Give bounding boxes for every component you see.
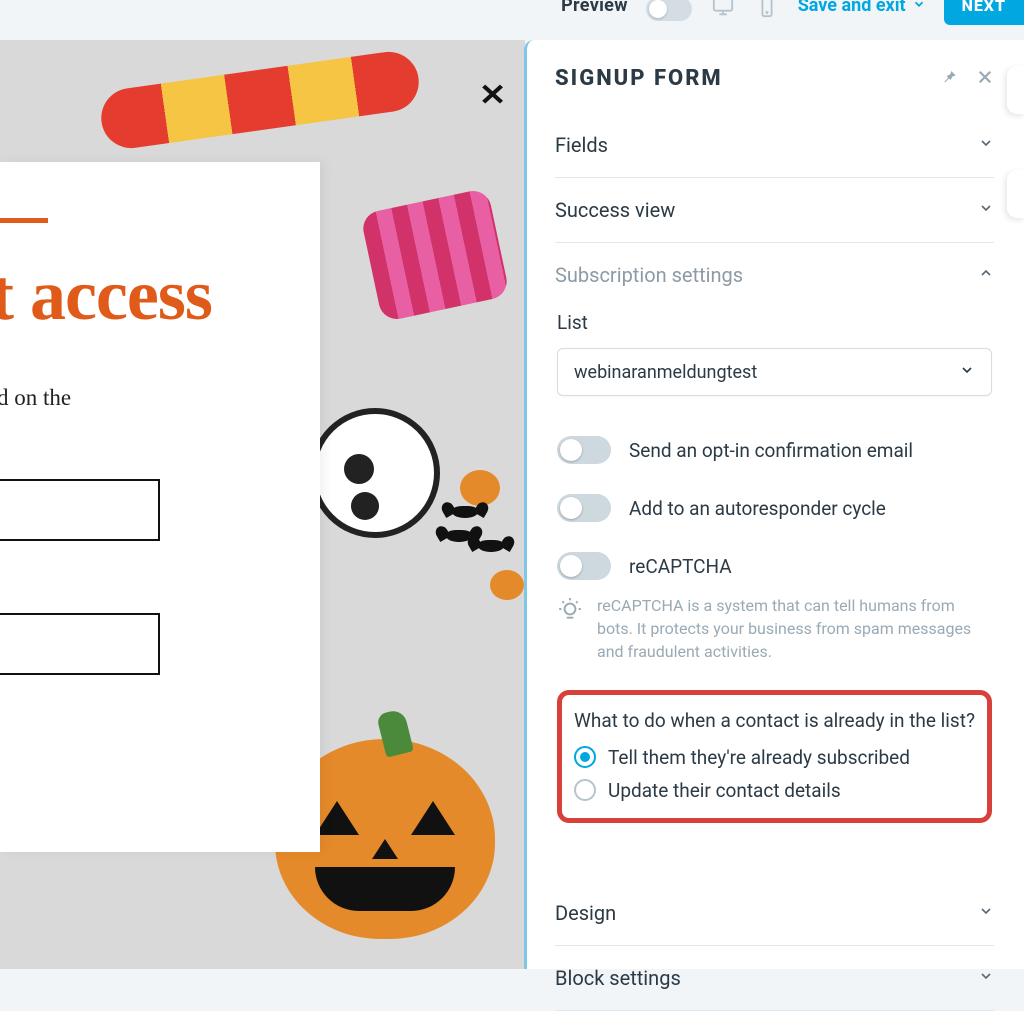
radio-option-update-details[interactable]: Update their contact details bbox=[574, 779, 975, 802]
section-fields[interactable]: Fields bbox=[555, 113, 994, 178]
chevron-down-icon bbox=[978, 200, 994, 220]
section-block-settings[interactable]: Block settings bbox=[555, 946, 994, 1011]
chevron-down-icon bbox=[912, 0, 926, 16]
popup-title-fragment: t access bbox=[0, 259, 320, 331]
side-tab[interactable] bbox=[1007, 170, 1024, 218]
desktop-preview-icon[interactable] bbox=[710, 0, 736, 22]
subscription-settings-body: List webinaranmeldungtest Send an opt-in… bbox=[555, 307, 994, 851]
accent-rule bbox=[0, 218, 48, 223]
panel-title: SIGNUP FORM bbox=[555, 66, 723, 91]
list-select[interactable]: webinaranmeldungtest bbox=[557, 348, 992, 396]
save-and-exit-button[interactable]: Save and exit bbox=[798, 0, 926, 16]
popup-close-icon[interactable]: ✕ bbox=[479, 78, 507, 113]
chevron-down-icon bbox=[959, 362, 975, 383]
autoresponder-switch-row: Add to an autoresponder cycle bbox=[557, 494, 992, 522]
top-toolbar: Preview Save and exit NEXT bbox=[0, 0, 1024, 40]
list-select-value: webinaranmeldungtest bbox=[574, 362, 757, 383]
pin-icon[interactable] bbox=[940, 68, 958, 90]
popup-input-field[interactable] bbox=[0, 613, 160, 675]
section-label: Fields bbox=[555, 133, 608, 157]
section-subscription-toggle[interactable]: Subscription settings bbox=[555, 243, 994, 307]
recaptcha-toggle[interactable] bbox=[557, 552, 611, 580]
recaptcha-hint-text: reCAPTCHA is a system that can tell huma… bbox=[597, 594, 992, 664]
chevron-down-icon bbox=[978, 903, 994, 923]
radio-label: Tell them they're already subscribed bbox=[608, 746, 910, 769]
signup-popup[interactable]: t access sitors. You can build on the bbox=[0, 162, 320, 852]
preview-toggle[interactable] bbox=[646, 0, 692, 21]
decoration-bat bbox=[452, 506, 478, 518]
decoration-pumpkin-small bbox=[490, 570, 524, 600]
panel-header: SIGNUP FORM bbox=[555, 66, 994, 91]
preview-label: Preview bbox=[561, 0, 628, 16]
page-canvas: ✕ t access sitors. You can build on the bbox=[0, 40, 525, 969]
chevron-down-icon bbox=[978, 135, 994, 155]
chevron-down-icon bbox=[978, 968, 994, 988]
popup-input-field[interactable] bbox=[0, 479, 160, 541]
lightbulb-icon bbox=[557, 596, 583, 664]
section-design[interactable]: Design bbox=[555, 881, 994, 946]
section-label: Success view bbox=[555, 198, 675, 222]
decoration-bat bbox=[478, 540, 504, 552]
duplicate-question: What to do when a contact is already in … bbox=[574, 709, 975, 732]
section-label: Block settings bbox=[555, 966, 681, 990]
radio-option-already-subscribed[interactable]: Tell them they're already subscribed bbox=[574, 746, 975, 769]
save-and-exit-label: Save and exit bbox=[798, 0, 906, 16]
recaptcha-switch-row: reCAPTCHA bbox=[557, 552, 992, 580]
decoration-ghost bbox=[310, 408, 440, 538]
section-label: Subscription settings bbox=[555, 263, 743, 287]
list-field-label: List bbox=[557, 311, 992, 334]
decoration-pumpkin-small bbox=[460, 470, 500, 506]
recaptcha-label: reCAPTCHA bbox=[629, 555, 732, 578]
radio-icon bbox=[574, 746, 596, 768]
optin-switch-row: Send an opt-in confirmation email bbox=[557, 436, 992, 464]
popup-body-fragment: sitors. You can build on the bbox=[0, 385, 320, 411]
section-success-view[interactable]: Success view bbox=[555, 178, 994, 243]
radio-label: Update their contact details bbox=[608, 779, 841, 802]
close-panel-icon[interactable] bbox=[976, 68, 994, 90]
recaptcha-hint: reCAPTCHA is a system that can tell huma… bbox=[557, 594, 992, 664]
next-button[interactable]: NEXT bbox=[944, 0, 1024, 25]
mobile-preview-icon[interactable] bbox=[754, 0, 780, 22]
chevron-up-icon bbox=[978, 265, 994, 285]
duplicate-contact-box: What to do when a contact is already in … bbox=[557, 690, 992, 823]
autoresponder-toggle[interactable] bbox=[557, 494, 611, 522]
settings-panel: SIGNUP FORM Fields Success view Su bbox=[524, 40, 1024, 969]
optin-label: Send an opt-in confirmation email bbox=[629, 439, 913, 462]
section-subscription-settings: Subscription settings List webinaranmeld… bbox=[555, 243, 994, 851]
side-tab[interactable] bbox=[1007, 66, 1024, 114]
radio-icon bbox=[574, 779, 596, 801]
section-label: Design bbox=[555, 901, 616, 925]
optin-toggle[interactable] bbox=[557, 436, 611, 464]
autoresponder-label: Add to an autoresponder cycle bbox=[629, 497, 886, 520]
